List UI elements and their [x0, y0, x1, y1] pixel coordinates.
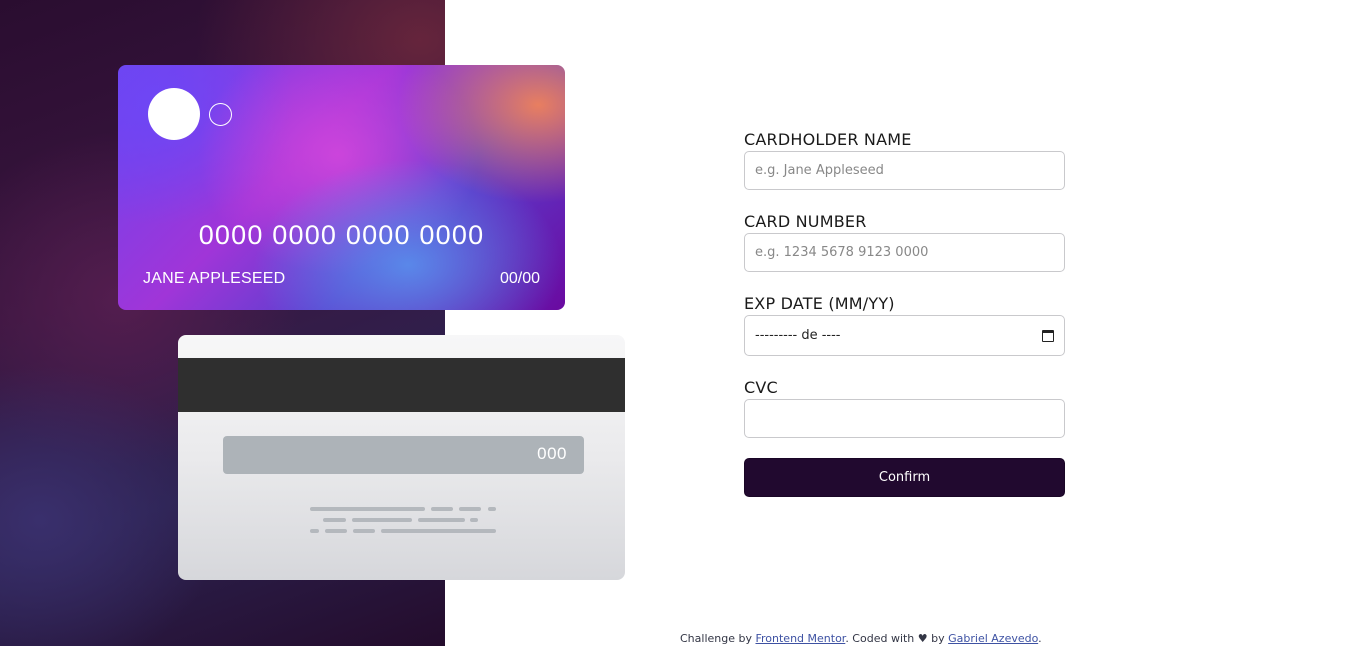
- attribution-footer: Challenge by Frontend Mentor. Coded with…: [680, 632, 1042, 645]
- page: 0000 0000 0000 0000 JANE APPLESEED 00/00…: [0, 0, 1359, 646]
- card-front: 0000 0000 0000 0000 JANE APPLESEED 00/00: [118, 65, 565, 310]
- exp-date-input[interactable]: --------- de ----: [744, 315, 1065, 356]
- cvc-label: CVC: [744, 378, 778, 397]
- card-details-form: CARDHOLDER NAME e.g. Jane Appleseed CARD…: [744, 128, 1065, 497]
- magnetic-strip: [178, 358, 625, 412]
- cardholder-name-placeholder: e.g. Jane Appleseed: [755, 163, 884, 178]
- card-number-input[interactable]: e.g. 1234 5678 9123 0000: [744, 233, 1065, 272]
- card-number-label: CARD NUMBER: [744, 212, 867, 231]
- decoration-line: [325, 529, 347, 533]
- decoration-line: [352, 518, 412, 522]
- cardholder-name-input[interactable]: e.g. Jane Appleseed: [744, 151, 1065, 190]
- calendar-icon[interactable]: [1042, 329, 1054, 342]
- decoration-line: [459, 507, 481, 511]
- card-exp-display: 00/00: [499, 270, 540, 287]
- footer-prefix: Challenge by: [680, 632, 756, 645]
- cvc-display: 000: [537, 444, 567, 463]
- decoration-line: [418, 518, 465, 522]
- card-number-display: 0000 0000 0000 0000: [198, 220, 485, 250]
- footer-suffix: .: [1038, 632, 1042, 645]
- exp-date-label: EXP DATE (MM/YY): [744, 294, 895, 313]
- decoration-line: [323, 518, 346, 522]
- signature-strip: 000: [223, 436, 584, 474]
- decoration-line: [470, 518, 478, 522]
- decoration-line: [310, 529, 319, 533]
- card-back: 000: [178, 335, 625, 580]
- confirm-button[interactable]: Confirm: [744, 458, 1065, 497]
- decoration-line: [488, 507, 496, 511]
- cardholder-name-label: CARDHOLDER NAME: [744, 130, 912, 149]
- decoration-line: [381, 529, 496, 533]
- decoration-line: [310, 507, 425, 511]
- frontend-mentor-link[interactable]: Frontend Mentor: [755, 632, 845, 645]
- cvc-input[interactable]: [744, 399, 1065, 438]
- decoration-line: [431, 507, 453, 511]
- card-logo-circle-large: [148, 88, 200, 140]
- exp-date-value: --------- de ----: [755, 328, 841, 343]
- card-number-placeholder: e.g. 1234 5678 9123 0000: [755, 245, 929, 260]
- decoration-line: [353, 529, 375, 533]
- footer-middle: . Coded with ♥ by: [845, 632, 949, 645]
- author-link[interactable]: Gabriel Azevedo: [948, 632, 1038, 645]
- card-logo-circle-small: [209, 103, 232, 126]
- cardholder-name-display: JANE APPLESEED: [143, 270, 286, 287]
